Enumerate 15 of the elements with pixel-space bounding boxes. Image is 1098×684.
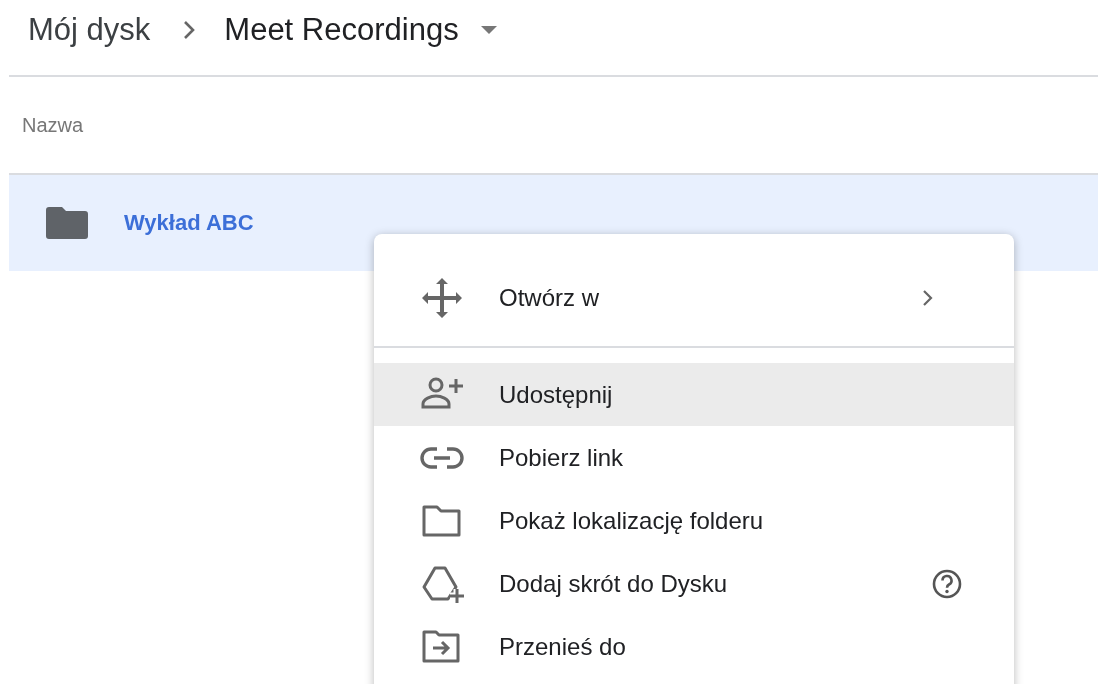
chevron-right-icon bbox=[922, 288, 934, 307]
menu-item[interactable]: Dodaj skrót do Dysku bbox=[374, 552, 1014, 615]
help-icon bbox=[932, 568, 962, 599]
menu-item[interactable]: Pokaż lokalizację folderu bbox=[374, 489, 1014, 552]
folder-icon bbox=[46, 207, 88, 239]
menu-item[interactable]: Przenieś do bbox=[374, 615, 1014, 678]
column-header[interactable]: Nazwa bbox=[22, 113, 84, 137]
dropdown-arrow-icon bbox=[480, 26, 497, 34]
file-name: Wykład ABC bbox=[124, 210, 254, 236]
chevron-right-icon bbox=[182, 19, 197, 41]
breadcrumb-item[interactable]: Mój dysk bbox=[28, 12, 151, 48]
breadcrumb-item[interactable]: Meet Recordings bbox=[224, 12, 459, 48]
menu-item[interactable]: Pobierz link bbox=[374, 426, 1014, 489]
move-arrows-icon bbox=[420, 275, 464, 320]
menu-item[interactable]: Udostępnij bbox=[374, 363, 1014, 426]
